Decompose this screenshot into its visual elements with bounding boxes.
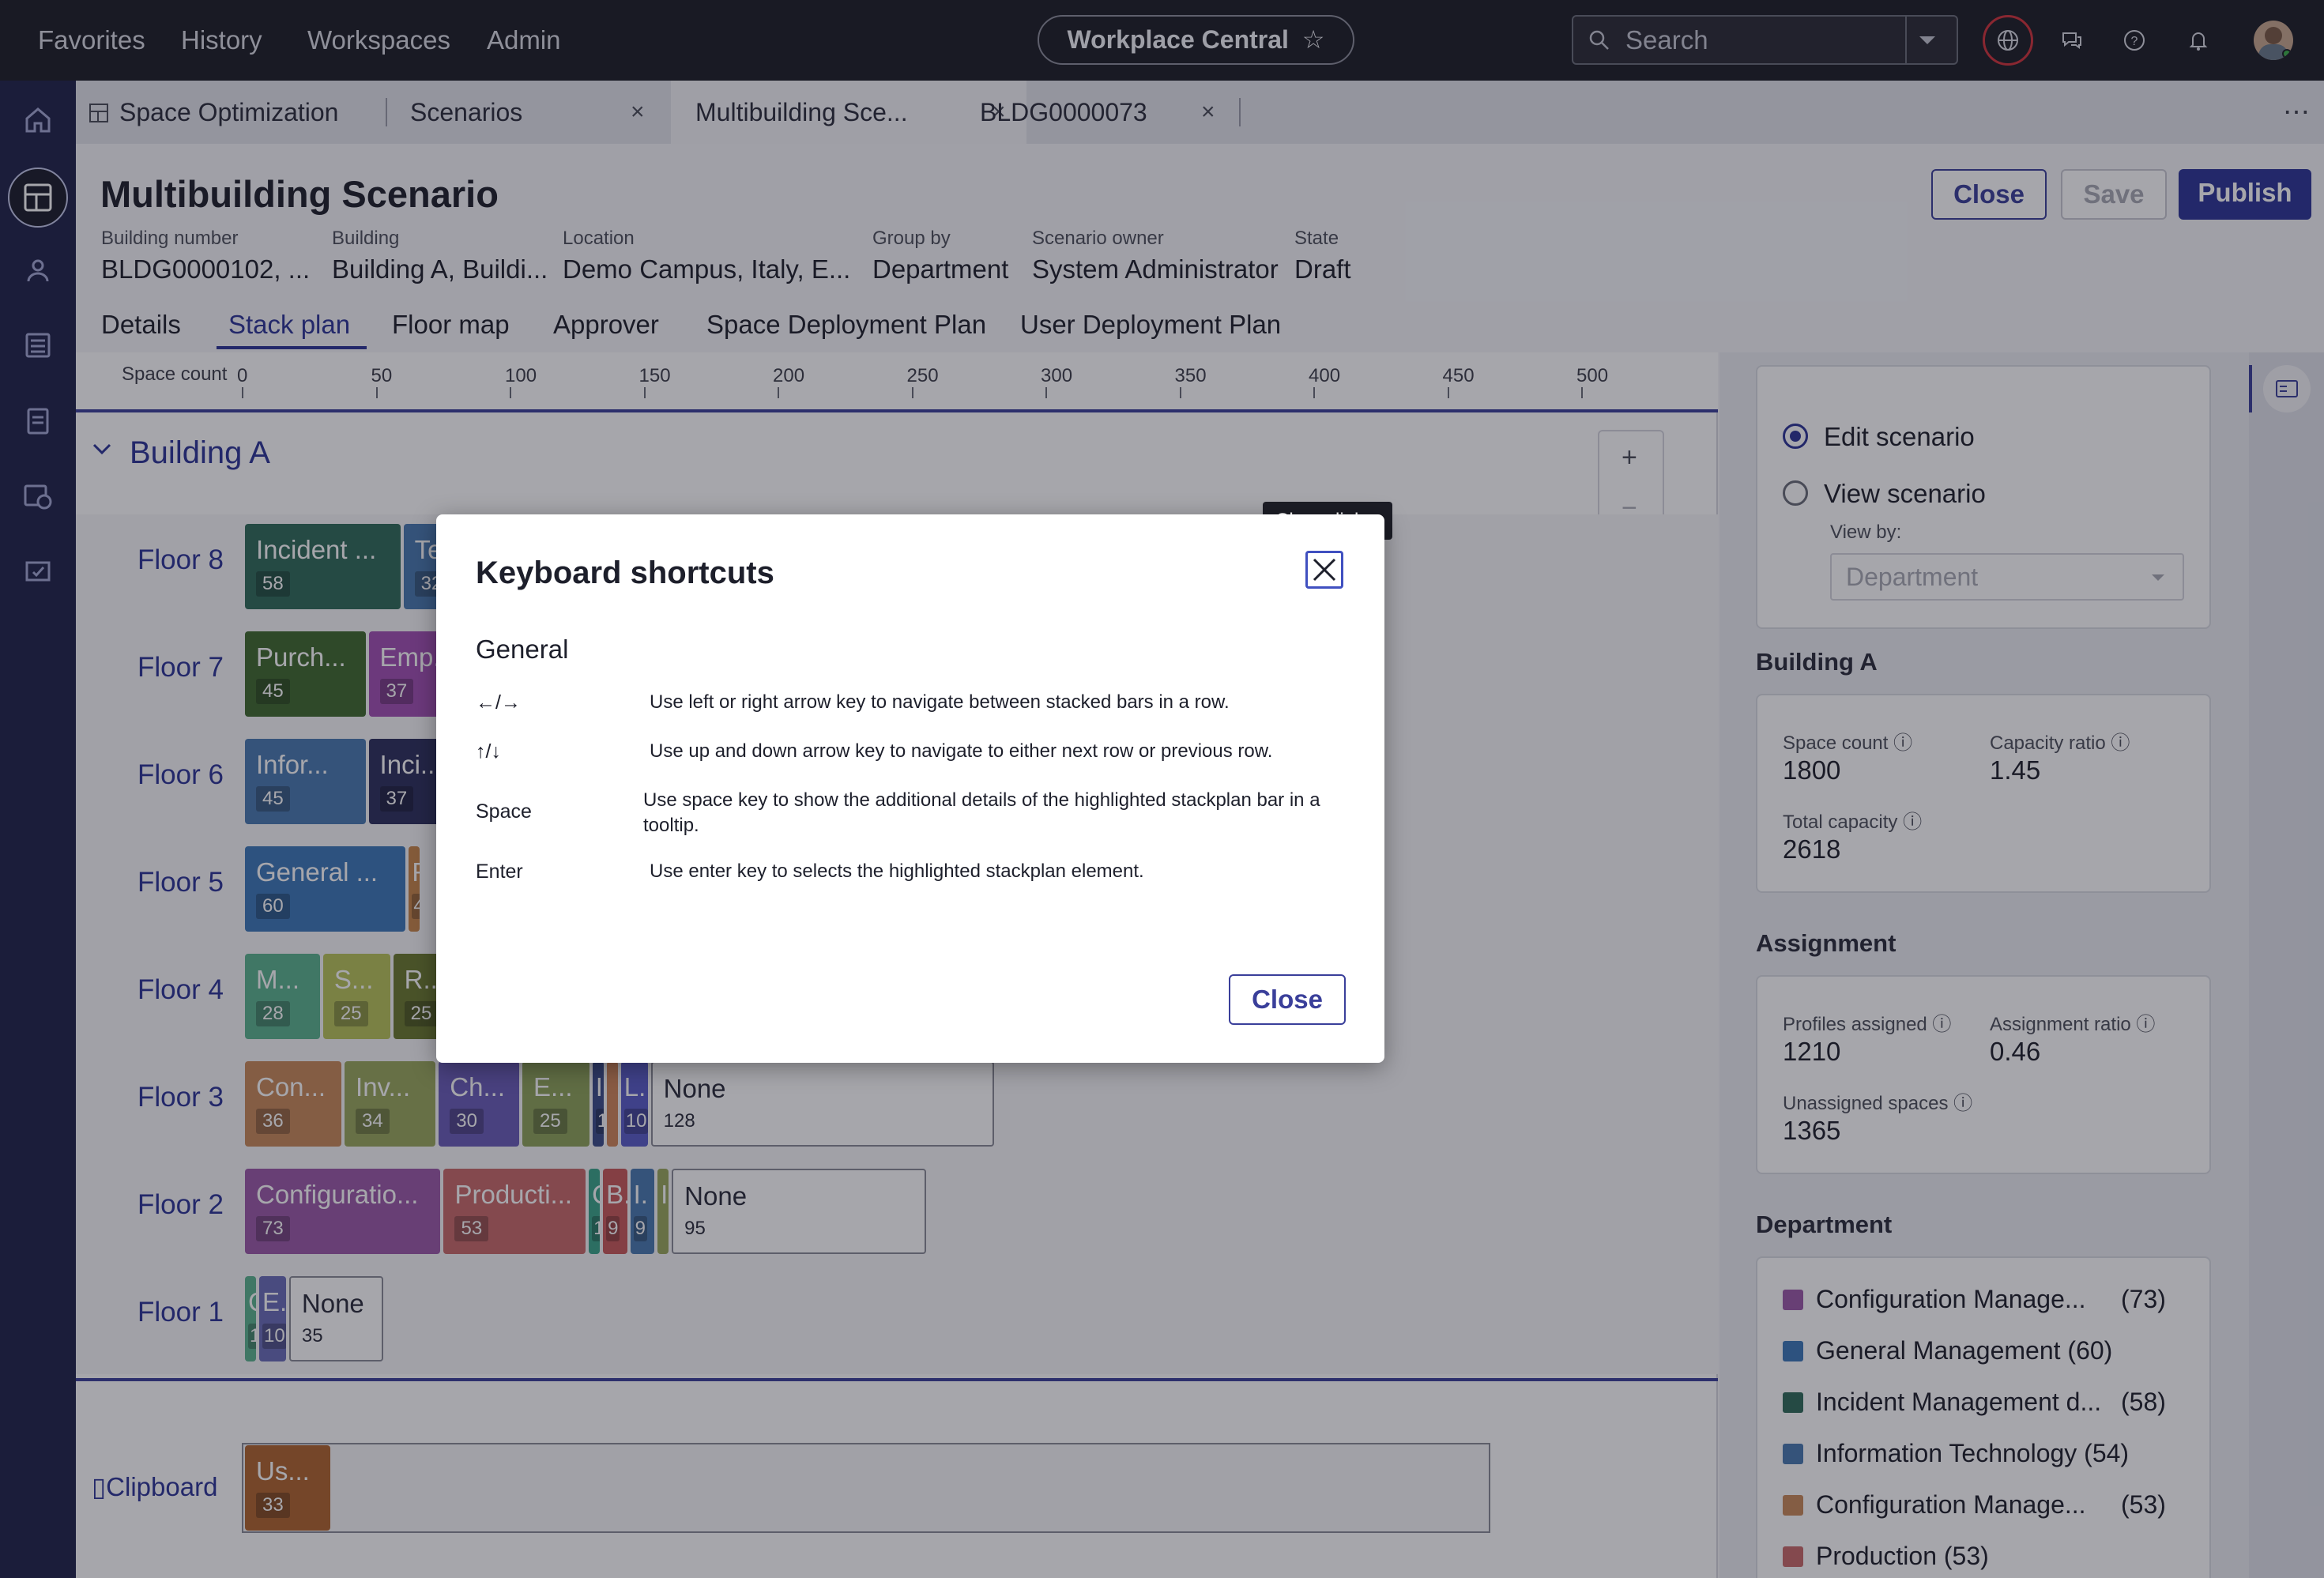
shortcut-desc: Use enter key to selects the highlighted… [650,861,1144,882]
dialog-close-icon[interactable] [1305,551,1343,589]
dialog-title: Keyboard shortcuts [476,556,774,590]
dialog-section-title: General [476,635,569,664]
dialog-close-button[interactable]: Close [1229,974,1346,1025]
shortcut-key: ↑/↓ [476,740,501,763]
shortcut-desc: Use up and down arrow key to navigate to… [650,740,1273,762]
shortcut-key: Space [476,800,532,823]
shortcut-desc: Use space key to show the additional det… [643,789,1320,836]
shortcut-key: Enter [476,861,523,883]
shortcut-key: ←/→ [476,691,521,714]
keyboard-shortcuts-dialog: Keyboard shortcuts General ←/→ Use left … [436,514,1384,1063]
shortcut-desc: Use left or right arrow key to navigate … [650,691,1230,713]
